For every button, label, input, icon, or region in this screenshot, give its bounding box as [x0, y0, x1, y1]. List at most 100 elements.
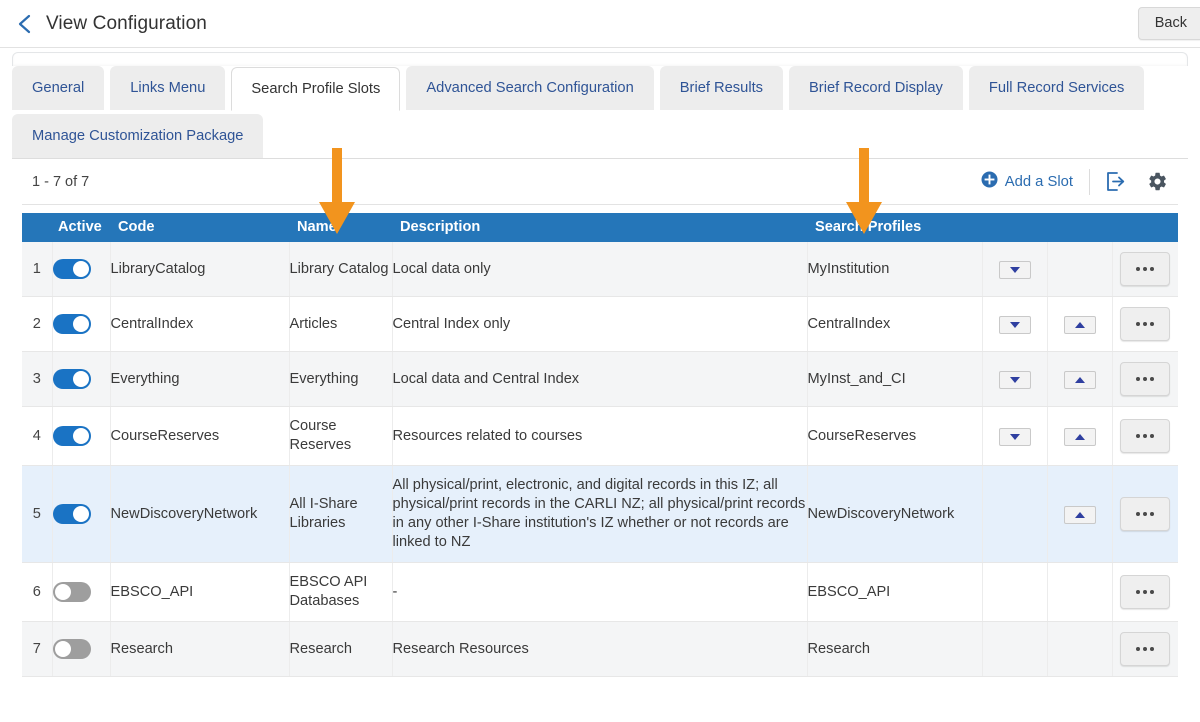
tab-full-record-services[interactable]: Full Record Services [968, 66, 1145, 110]
toggle-knob [72, 506, 89, 522]
plus-circle-icon [981, 171, 998, 192]
active-toggle[interactable] [52, 314, 91, 334]
move-down-button[interactable] [998, 260, 1031, 279]
ellipsis-icon-dot [1150, 647, 1155, 651]
back-chevron-icon[interactable] [10, 9, 40, 39]
move-down-button[interactable] [998, 315, 1031, 334]
table-header-row: Active Code Name Description Search Prof… [22, 213, 1178, 242]
active-toggle[interactable] [52, 259, 91, 279]
row-actions-button[interactable] [1120, 497, 1171, 531]
toggle-knob [72, 261, 89, 277]
row-actions-cell [1112, 406, 1178, 466]
row-actions-button[interactable] [1120, 575, 1171, 609]
app-header: View Configuration Back [0, 0, 1200, 48]
cell-search-profile: Research [807, 621, 983, 677]
tab-manage-customization-package[interactable]: Manage Customization Package [12, 114, 264, 158]
tab-search-profile-slots[interactable]: Search Profile Slots [231, 67, 401, 111]
active-toggle-cell [52, 351, 111, 407]
row-actions-cell [1112, 465, 1178, 563]
move-down-cell [982, 562, 1048, 622]
move-up-button[interactable] [1063, 427, 1096, 446]
chevron-down-icon [1009, 433, 1020, 440]
active-toggle-cell [52, 465, 111, 563]
active-toggle-cell [52, 296, 111, 352]
move-down-button[interactable] [998, 370, 1031, 389]
table-row[interactable]: 6 EBSCO_API EBSCO API Databases - EBSCO_API [22, 562, 1178, 622]
row-actions-button[interactable] [1120, 362, 1171, 396]
ellipsis-icon-dot [1143, 590, 1148, 594]
cell-description: Central Index only [392, 296, 808, 352]
cell-description: Local data only [392, 242, 808, 297]
table-row[interactable]: 2 CentralIndex Articles Central Index only C… [22, 296, 1178, 352]
tab-advanced-search-configuration[interactable]: Advanced Search Configuration [406, 66, 654, 110]
move-up-button[interactable] [1063, 370, 1096, 389]
cell-description: - [392, 562, 808, 622]
cell-code: CentralIndex [110, 296, 290, 352]
tab-bar: General Links Menu Search Profile Slots … [0, 66, 1200, 159]
back-button[interactable]: Back [1137, 7, 1200, 40]
col-header-actions [1112, 213, 1178, 242]
move-up-cell [1047, 621, 1113, 677]
table-row[interactable]: 5 NewDiscoveryNetwork All I-Share Librarie… [22, 465, 1178, 563]
ellipsis-icon-dot [1150, 434, 1155, 438]
row-actions-button[interactable] [1120, 252, 1171, 286]
ellipsis-icon-dot [1150, 322, 1155, 326]
ellipsis-icon-dot [1136, 267, 1141, 271]
table-row[interactable]: 3 Everything Everything Local data and Cent… [22, 351, 1178, 407]
col-header-active: Active [52, 213, 110, 242]
active-toggle[interactable] [52, 504, 91, 524]
cell-code: NewDiscoveryNetwork [110, 465, 290, 563]
add-slot-label: Add a Slot [1004, 173, 1073, 190]
row-actions-button[interactable] [1120, 307, 1171, 341]
tab-underline [12, 158, 1188, 159]
move-up-button[interactable] [1063, 505, 1096, 524]
move-down-button[interactable] [998, 427, 1031, 446]
ellipsis-icon-dot [1136, 322, 1141, 326]
row-actions-cell [1112, 621, 1178, 677]
ellipsis-icon-dot [1136, 647, 1141, 651]
row-actions-button[interactable] [1120, 632, 1171, 666]
chevron-up-icon [1074, 321, 1085, 328]
cell-name: Everything [289, 351, 393, 407]
table-row[interactable]: 4 CourseReserves Course Reserves Resources … [22, 406, 1178, 466]
cell-description: All physical/print, electronic, and digi… [392, 465, 808, 563]
active-toggle[interactable] [52, 426, 91, 446]
ellipsis-icon-dot [1136, 434, 1141, 438]
active-toggle[interactable] [52, 639, 91, 659]
cell-code: Research [110, 621, 290, 677]
move-up-cell [1047, 296, 1113, 352]
move-up-button[interactable] [1063, 315, 1096, 334]
chevron-down-icon [1009, 266, 1020, 273]
tab-links-menu[interactable]: Links Menu [110, 66, 226, 110]
table-row[interactable]: 7 Research Research Research Resources Resea… [22, 621, 1178, 677]
active-toggle[interactable] [52, 369, 91, 389]
active-toggle[interactable] [52, 582, 91, 602]
ellipsis-icon-dot [1143, 322, 1148, 326]
gear-icon[interactable] [1136, 165, 1178, 199]
ellipsis-icon-dot [1150, 267, 1155, 271]
move-up-cell [1047, 242, 1113, 297]
table-row[interactable]: 1 LibraryCatalog Library Catalog Local data… [22, 242, 1178, 297]
tab-general[interactable]: General [12, 66, 105, 110]
ellipsis-icon-dot [1150, 590, 1155, 594]
cell-name: All I-Share Libraries [289, 465, 393, 563]
cell-code: Everything [110, 351, 290, 407]
cell-code: LibraryCatalog [110, 242, 290, 297]
ellipsis-icon-dot [1143, 377, 1148, 381]
tab-brief-results[interactable]: Brief Results [659, 66, 784, 110]
tab-brief-record-display[interactable]: Brief Record Display [789, 66, 963, 110]
export-icon[interactable] [1094, 165, 1136, 199]
ellipsis-icon-dot [1143, 647, 1148, 651]
active-toggle-cell [52, 406, 111, 466]
cell-search-profile: CourseReserves [807, 406, 983, 466]
add-slot-button[interactable]: Add a Slot [969, 167, 1085, 196]
move-down-cell [982, 621, 1048, 677]
ellipsis-icon-dot [1143, 434, 1148, 438]
row-actions-button[interactable] [1120, 419, 1171, 453]
cell-search-profile: NewDiscoveryNetwork [807, 465, 983, 563]
cell-description: Resources related to courses [392, 406, 808, 466]
cell-search-profile: MyInst_and_CI [807, 351, 983, 407]
move-up-cell [1047, 465, 1113, 563]
row-number: 4 [22, 406, 53, 466]
panel-top-edge [12, 52, 1188, 66]
